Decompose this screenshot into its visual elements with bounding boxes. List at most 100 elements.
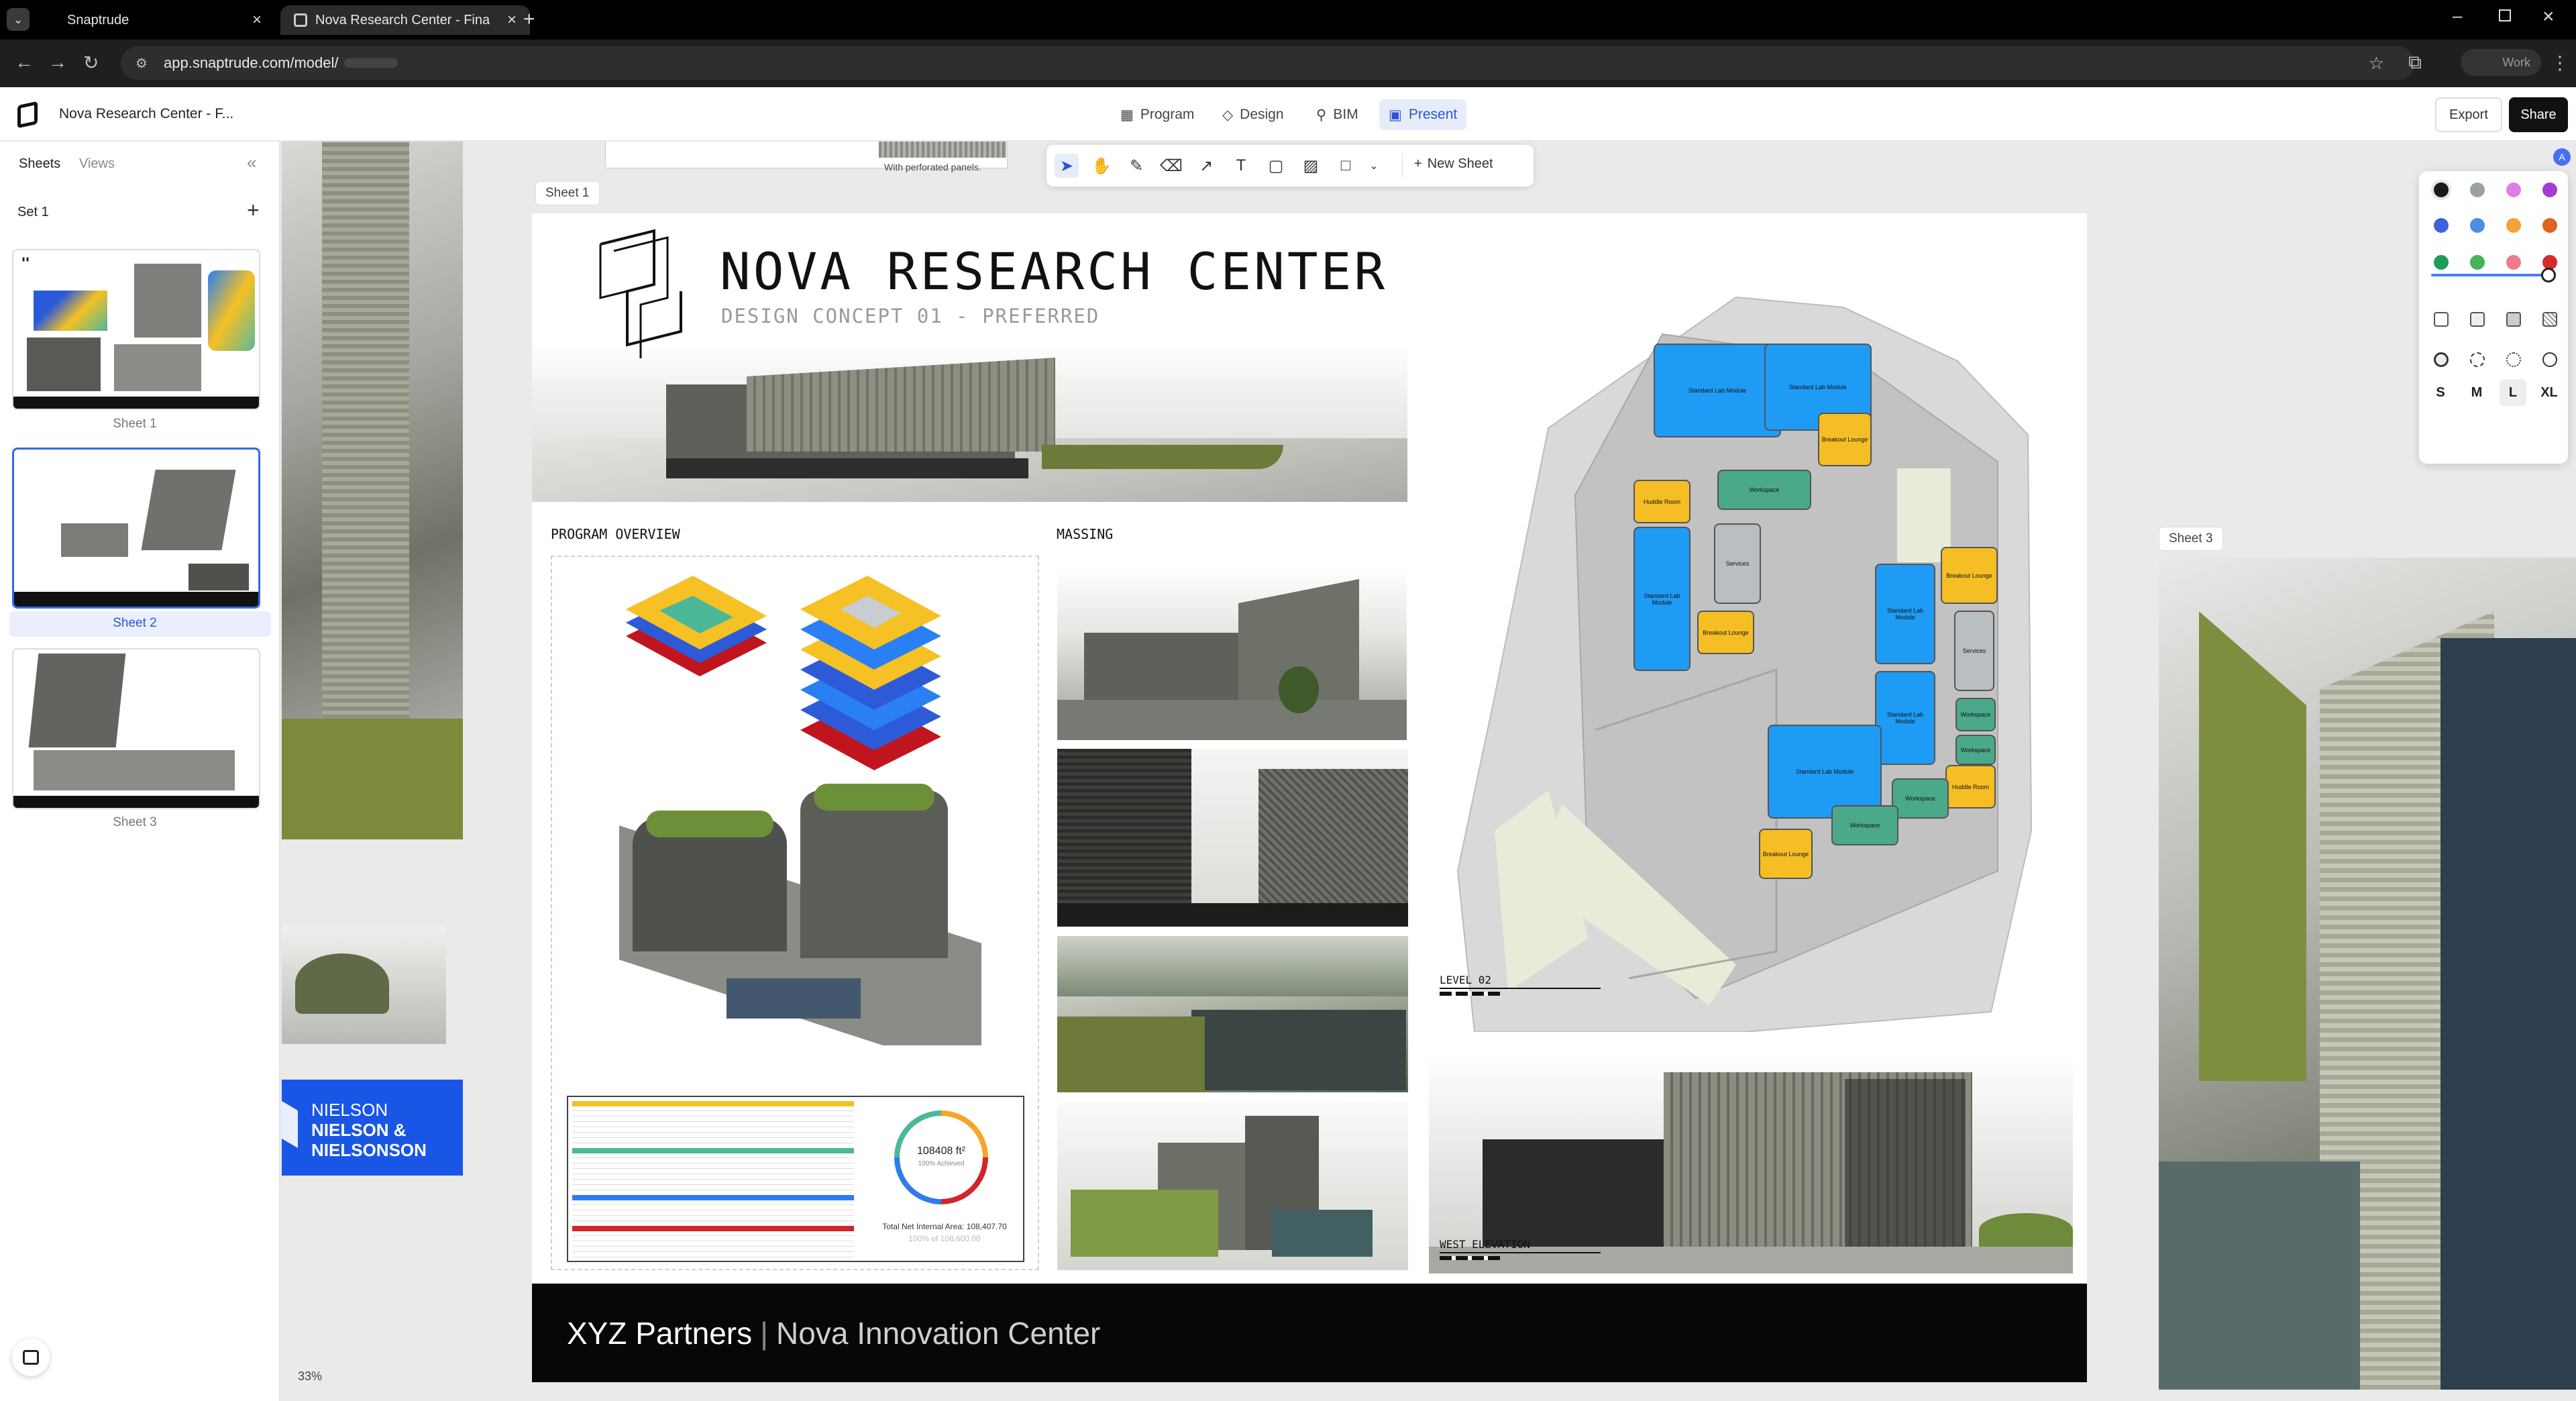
fill-pattern-icon[interactable] — [2542, 312, 2557, 327]
tab-program[interactable]: ▦ Program — [1111, 99, 1203, 130]
profile-chip[interactable]: Work — [2461, 49, 2541, 76]
add-sheet-icon[interactable]: + — [247, 198, 260, 223]
arrow-icon[interactable]: ↗ — [1194, 154, 1218, 178]
project-title[interactable]: Nova Research Center - F... — [59, 106, 233, 122]
site-info-icon[interactable]: ⚙ — [136, 55, 148, 72]
color-swatch[interactable] — [2470, 183, 2485, 197]
footer-company: XYZ Partners — [567, 1315, 753, 1351]
nielson-logo-block: NIELSON NIELSON & NIELSONSON — [282, 1080, 463, 1176]
tab-bim[interactable]: ⚲ BIM — [1307, 99, 1368, 130]
tab-search-icon[interactable]: ⌄ — [7, 8, 30, 31]
size-option-l[interactable]: L — [2500, 379, 2526, 406]
export-button[interactable]: Export — [2435, 97, 2502, 132]
plus-icon: + — [1414, 156, 1422, 171]
area-schedule-table: 108408 ft² 100% Achieved Total Net Inter… — [567, 1096, 1024, 1262]
share-button[interactable]: Share — [2509, 97, 2568, 132]
fill-semi-icon[interactable] — [2470, 312, 2485, 327]
minimize-icon[interactable]: – — [2453, 5, 2462, 26]
stroke-dotted-icon[interactable] — [2506, 352, 2521, 367]
close-tab-icon[interactable]: × — [252, 11, 262, 30]
hand-pan-icon[interactable]: ✋ — [1089, 154, 1114, 178]
left-partial-render-2 — [282, 927, 446, 1044]
profile-label: Work — [2502, 55, 2530, 69]
size-option-m[interactable]: M — [2463, 379, 2490, 406]
total-net-area-sub: 100% of 108,600.00 — [908, 1234, 981, 1243]
sheet-thumbnail-1[interactable]: ▮▮ — [12, 249, 260, 410]
opacity-slider-track[interactable] — [2431, 274, 2556, 276]
sheet-1-chip[interactable]: Sheet 1 — [535, 181, 600, 205]
zoom-level[interactable]: 33% — [298, 1369, 322, 1384]
color-swatch[interactable] — [2434, 218, 2449, 233]
select-pointer-icon[interactable]: ➤ — [1055, 154, 1079, 178]
tab-present[interactable]: ▣ Present — [1379, 99, 1467, 130]
reload-icon[interactable]: ↻ — [83, 52, 99, 74]
close-tab-icon[interactable]: × — [507, 11, 517, 30]
partial-caption: With perforated panels. — [884, 162, 981, 172]
color-swatch[interactable] — [2542, 218, 2557, 233]
close-window-icon[interactable]: × — [2542, 5, 2555, 28]
stroke-draw-icon[interactable] — [2434, 352, 2449, 367]
new-tab-icon[interactable]: + — [523, 8, 535, 31]
eraser-icon[interactable]: ⌫ — [1159, 154, 1183, 178]
thumb-footer — [13, 796, 259, 808]
new-sheet-button[interactable]: + New Sheet — [1414, 156, 1493, 172]
rectangle-icon[interactable]: □ — [1334, 154, 1358, 178]
fill-none-icon[interactable] — [2434, 312, 2449, 327]
app-header: Nova Research Center - F... ▦ Program ◇ De… — [0, 87, 2576, 142]
massing-label: MASSING — [1057, 526, 1114, 542]
color-swatch[interactable] — [2470, 218, 2485, 233]
sheet-3-chip[interactable]: Sheet 3 — [2159, 527, 2223, 551]
stroke-dashed-icon[interactable] — [2470, 352, 2485, 367]
more-shapes-chevron-icon[interactable]: ⌄ — [1362, 154, 1386, 178]
size-option-xl[interactable]: XL — [2536, 379, 2563, 406]
footer-divider: | — [760, 1315, 769, 1351]
browser-menu-icon[interactable]: ⋮ — [2551, 52, 2569, 74]
color-swatch[interactable] — [2470, 255, 2485, 270]
sheet-subtitle: DESIGN CONCEPT 01 - PREFERRED — [721, 305, 1100, 327]
tab-views[interactable]: Views — [79, 156, 115, 172]
snaptrude-favicon-icon — [294, 13, 307, 27]
browser-tab-bar: ⌄ Snaptrude × Nova Research Center - Fin… — [0, 0, 2576, 40]
color-swatch[interactable] — [2506, 183, 2521, 197]
thumb-graphic — [208, 270, 255, 351]
color-swatch[interactable] — [2434, 255, 2449, 270]
nova-logo-icon — [599, 229, 682, 358]
set-label[interactable]: Set 1 — [17, 205, 49, 220]
url-field[interactable]: ⚙ app.snaptrude.com/model/ ☆ — [121, 46, 2415, 80]
browser-tab-nova[interactable]: Nova Research Center - Final M × — [280, 5, 530, 35]
back-icon[interactable]: ← — [15, 52, 34, 73]
thumb-footer — [13, 397, 259, 409]
extensions-icon[interactable]: ⧉ — [2408, 52, 2422, 74]
sheet-thumbnail-3[interactable] — [12, 648, 260, 809]
image-icon[interactable]: ▨ — [1299, 154, 1323, 178]
sheet-2[interactable]: NOVA RESEARCH CENTER DESIGN CONCEPT 01 -… — [532, 213, 2087, 1382]
chat-support-icon[interactable] — [12, 1339, 50, 1376]
tab-sheets[interactable]: Sheets — [19, 156, 60, 172]
sheet-title: NOVA RESEARCH CENTER — [720, 242, 1388, 301]
tab-design[interactable]: ◇ Design — [1213, 99, 1293, 130]
restore-icon[interactable] — [2499, 9, 2511, 21]
sheet-thumbnail-2[interactable] — [12, 448, 260, 609]
level-02-floorplan — [1456, 296, 2033, 1032]
color-swatch[interactable] — [2542, 183, 2557, 197]
color-swatch[interactable] — [2506, 218, 2521, 233]
forward-icon[interactable]: → — [48, 52, 67, 73]
thumb-footer — [14, 592, 258, 607]
browser-tab-snaptrude[interactable]: Snaptrude × — [54, 5, 275, 35]
color-swatch[interactable] — [2506, 255, 2521, 270]
toolbar-divider — [1402, 154, 1403, 177]
presentation-canvas[interactable]: NIELSON NIELSON & NIELSONSON With perfor… — [282, 142, 2576, 1401]
color-swatch[interactable] — [2434, 183, 2449, 197]
size-option-s[interactable]: S — [2427, 379, 2454, 406]
collapse-panel-icon[interactable]: « — [247, 152, 256, 173]
pen-icon[interactable]: ✎ — [1124, 154, 1148, 178]
snaptrude-logo-icon[interactable] — [17, 101, 38, 129]
stroke-solid-icon[interactable] — [2542, 352, 2557, 367]
text-icon[interactable]: T — [1229, 154, 1253, 178]
sticky-note-icon[interactable]: ▢ — [1264, 154, 1288, 178]
fill-solid-icon[interactable] — [2506, 312, 2521, 327]
user-avatar[interactable]: A — [2553, 148, 2571, 166]
bookmark-star-icon[interactable]: ☆ — [2369, 53, 2384, 74]
sheet-label: Sheet 3 — [113, 815, 157, 829]
opacity-slider-handle[interactable] — [2541, 268, 2556, 282]
